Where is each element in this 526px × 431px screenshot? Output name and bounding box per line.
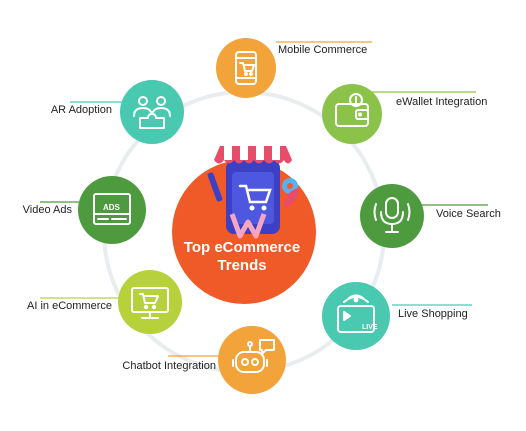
center-title-line1: Top eCommerce: [183, 239, 301, 256]
node-voice-search: [360, 184, 424, 248]
label-live-shopping: Live Shopping: [398, 308, 468, 320]
label-mobile-commerce: Mobile Commerce: [278, 44, 368, 56]
label-ar-adoption: AR Adoption: [50, 104, 112, 116]
node-ewallet-integration: [322, 84, 382, 144]
label-ewallet-integration: eWallet Integration: [396, 96, 488, 108]
label-ai-in-ecommerce: AI in eCommerce: [27, 300, 112, 312]
node-video-ads: ADS: [78, 176, 146, 244]
node-chatbot-integration: [218, 326, 286, 394]
center-hub: [172, 146, 316, 304]
center-title-line2: Trends: [217, 257, 267, 274]
label-chatbot-integration: Chatbot Integration: [122, 360, 216, 372]
ads-text: ADS: [103, 203, 121, 212]
label-voice-search: Voice Search: [436, 208, 501, 220]
node-mobile-commerce: [216, 38, 276, 98]
live-text: LIVE: [362, 324, 378, 331]
node-ar-adoption: [120, 80, 184, 144]
center-title: Top eCommerce Trends: [172, 239, 312, 275]
label-video-ads: Video Ads: [22, 204, 72, 216]
node-live-shopping: LIVE: [322, 282, 390, 350]
node-ai-in-ecommerce: [118, 270, 182, 334]
